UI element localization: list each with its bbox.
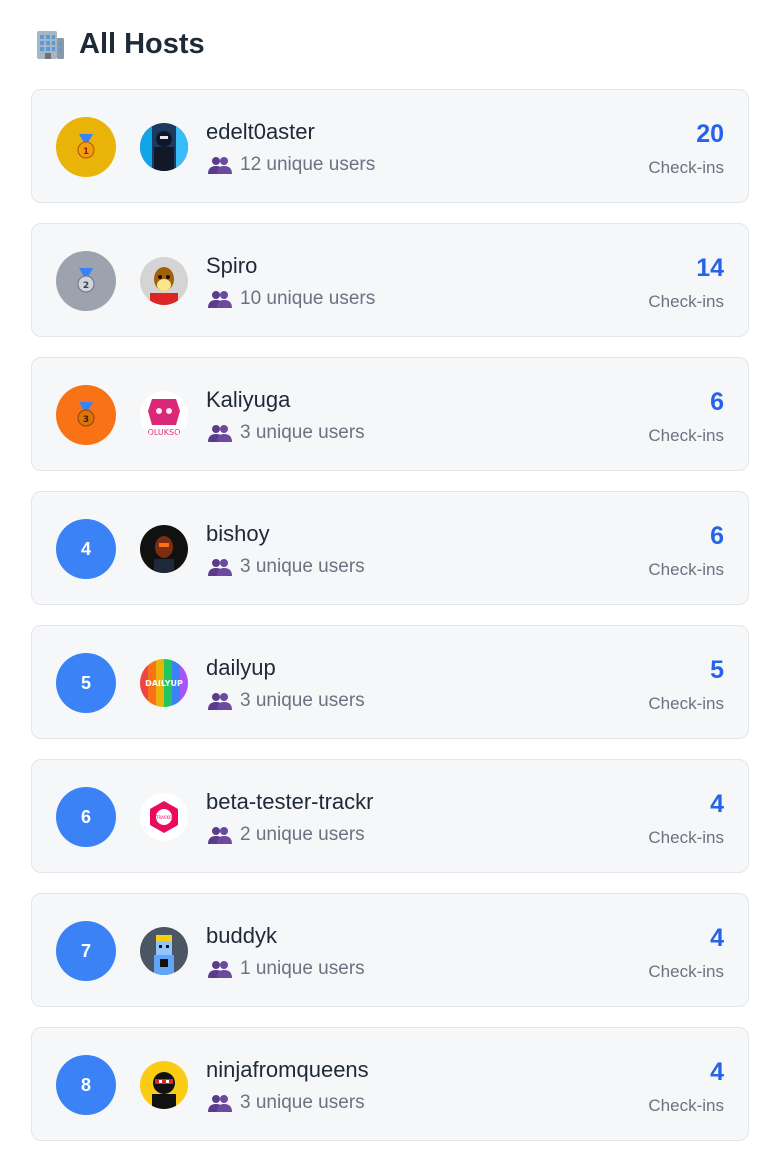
page-header: All Hosts (33, 24, 205, 64)
people-icon (208, 157, 232, 174)
unique-users: 10 unique users (208, 288, 375, 310)
checkin-label: Check-ins (648, 426, 724, 445)
host-name[interactable]: beta-tester-trackr (206, 789, 374, 815)
checkin-label: Check-ins (648, 828, 724, 847)
checkin-count: 6 (710, 388, 724, 416)
people-icon (208, 291, 232, 308)
checkin-label: Check-ins (648, 560, 724, 579)
silver-medal-icon: 2 (77, 268, 95, 293)
checkin-count: 5 (710, 656, 724, 684)
host-card[interactable]: 1 edelt0aster 12 unique users 20 Check-i… (31, 89, 749, 203)
people-icon (208, 693, 232, 710)
unique-users: 1 unique users (208, 958, 365, 980)
unique-users: 3 unique users (208, 556, 365, 578)
people-icon (208, 559, 232, 576)
host-avatar[interactable] (140, 1061, 188, 1109)
unique-users-label: 1 unique users (240, 958, 365, 979)
checkin-label: Check-ins (648, 962, 724, 981)
host-card[interactable]: 4 bishoy 3 unique users 6 Check-ins (31, 491, 749, 605)
rank-badge-silver: 2 (56, 251, 116, 311)
host-avatar[interactable]: OLUKSO (140, 391, 188, 439)
svg-text:3: 3 (83, 415, 89, 425)
svg-text:TRACKR: TRACKR (155, 815, 172, 820)
host-list: 1 edelt0aster 12 unique users 20 Check-i… (31, 89, 749, 1161)
unique-users: 12 unique users (208, 154, 375, 176)
bronze-medal-icon: 3 (77, 402, 95, 427)
unique-users-label: 3 unique users (240, 690, 365, 711)
host-avatar[interactable] (140, 123, 188, 171)
unique-users-label: 10 unique users (240, 288, 376, 309)
host-card[interactable]: 8 ninjafromqueens 3 unique users 4 Check… (31, 1027, 749, 1141)
host-card[interactable]: 7 buddyk 1 unique users 4 Check-ins (31, 893, 749, 1007)
svg-text:1: 1 (83, 147, 89, 157)
svg-text:OLUKSO: OLUKSO (148, 428, 181, 437)
host-name[interactable]: ninjafromqueens (206, 1057, 369, 1083)
rank-badge-bronze: 3 (56, 385, 116, 445)
checkin-count: 6 (710, 522, 724, 550)
unique-users: 3 unique users (208, 690, 365, 712)
host-card[interactable]: 5 DAILYUP dailyup 3 unique users 5 Check… (31, 625, 749, 739)
office-building-icon (37, 31, 64, 59)
host-name[interactable]: dailyup (206, 655, 276, 681)
host-avatar[interactable] (140, 525, 188, 573)
unique-users: 3 unique users (208, 422, 365, 444)
checkin-label: Check-ins (648, 158, 724, 177)
host-card[interactable]: 3 OLUKSO Kaliyuga 3 unique users 6 Check… (31, 357, 749, 471)
rank-badge: 7 (56, 921, 116, 981)
rank-badge: 4 (56, 519, 116, 579)
svg-text:DAILYUP: DAILYUP (145, 679, 183, 688)
checkin-count: 4 (710, 924, 724, 952)
checkin-label: Check-ins (648, 1096, 724, 1115)
host-avatar[interactable]: TRACKR (140, 793, 188, 841)
gold-medal-icon: 1 (77, 134, 95, 159)
unique-users: 2 unique users (208, 824, 365, 846)
svg-text:2: 2 (83, 281, 89, 291)
host-name[interactable]: Kaliyuga (206, 387, 290, 413)
checkin-count: 14 (696, 254, 724, 282)
host-avatar[interactable] (140, 257, 188, 305)
checkin-label: Check-ins (648, 694, 724, 713)
unique-users-label: 3 unique users (240, 1092, 365, 1113)
people-icon (208, 961, 232, 978)
unique-users-label: 3 unique users (240, 422, 365, 443)
checkin-count: 4 (710, 1058, 724, 1086)
rank-badge: 8 (56, 1055, 116, 1115)
page-title: All Hosts (79, 27, 205, 60)
host-card[interactable]: 6 TRACKR beta-tester-trackr 2 unique use… (31, 759, 749, 873)
host-name[interactable]: buddyk (206, 923, 277, 949)
host-name[interactable]: bishoy (206, 521, 270, 547)
unique-users-label: 3 unique users (240, 556, 365, 577)
people-icon (208, 425, 232, 442)
host-card[interactable]: 2 Spiro 10 unique users 14 Check-ins (31, 223, 749, 337)
host-avatar[interactable]: DAILYUP (140, 659, 188, 707)
host-avatar[interactable] (140, 927, 188, 975)
unique-users-label: 12 unique users (240, 154, 376, 175)
rank-badge: 6 (56, 787, 116, 847)
people-icon (208, 827, 232, 844)
unique-users: 3 unique users (208, 1092, 365, 1114)
checkin-label: Check-ins (648, 292, 724, 311)
checkin-count: 20 (696, 120, 724, 148)
unique-users-label: 2 unique users (240, 824, 365, 845)
checkin-count: 4 (710, 790, 724, 818)
host-name[interactable]: Spiro (206, 253, 257, 279)
people-icon (208, 1095, 232, 1112)
rank-badge: 5 (56, 653, 116, 713)
host-name[interactable]: edelt0aster (206, 119, 315, 145)
rank-badge-gold: 1 (56, 117, 116, 177)
